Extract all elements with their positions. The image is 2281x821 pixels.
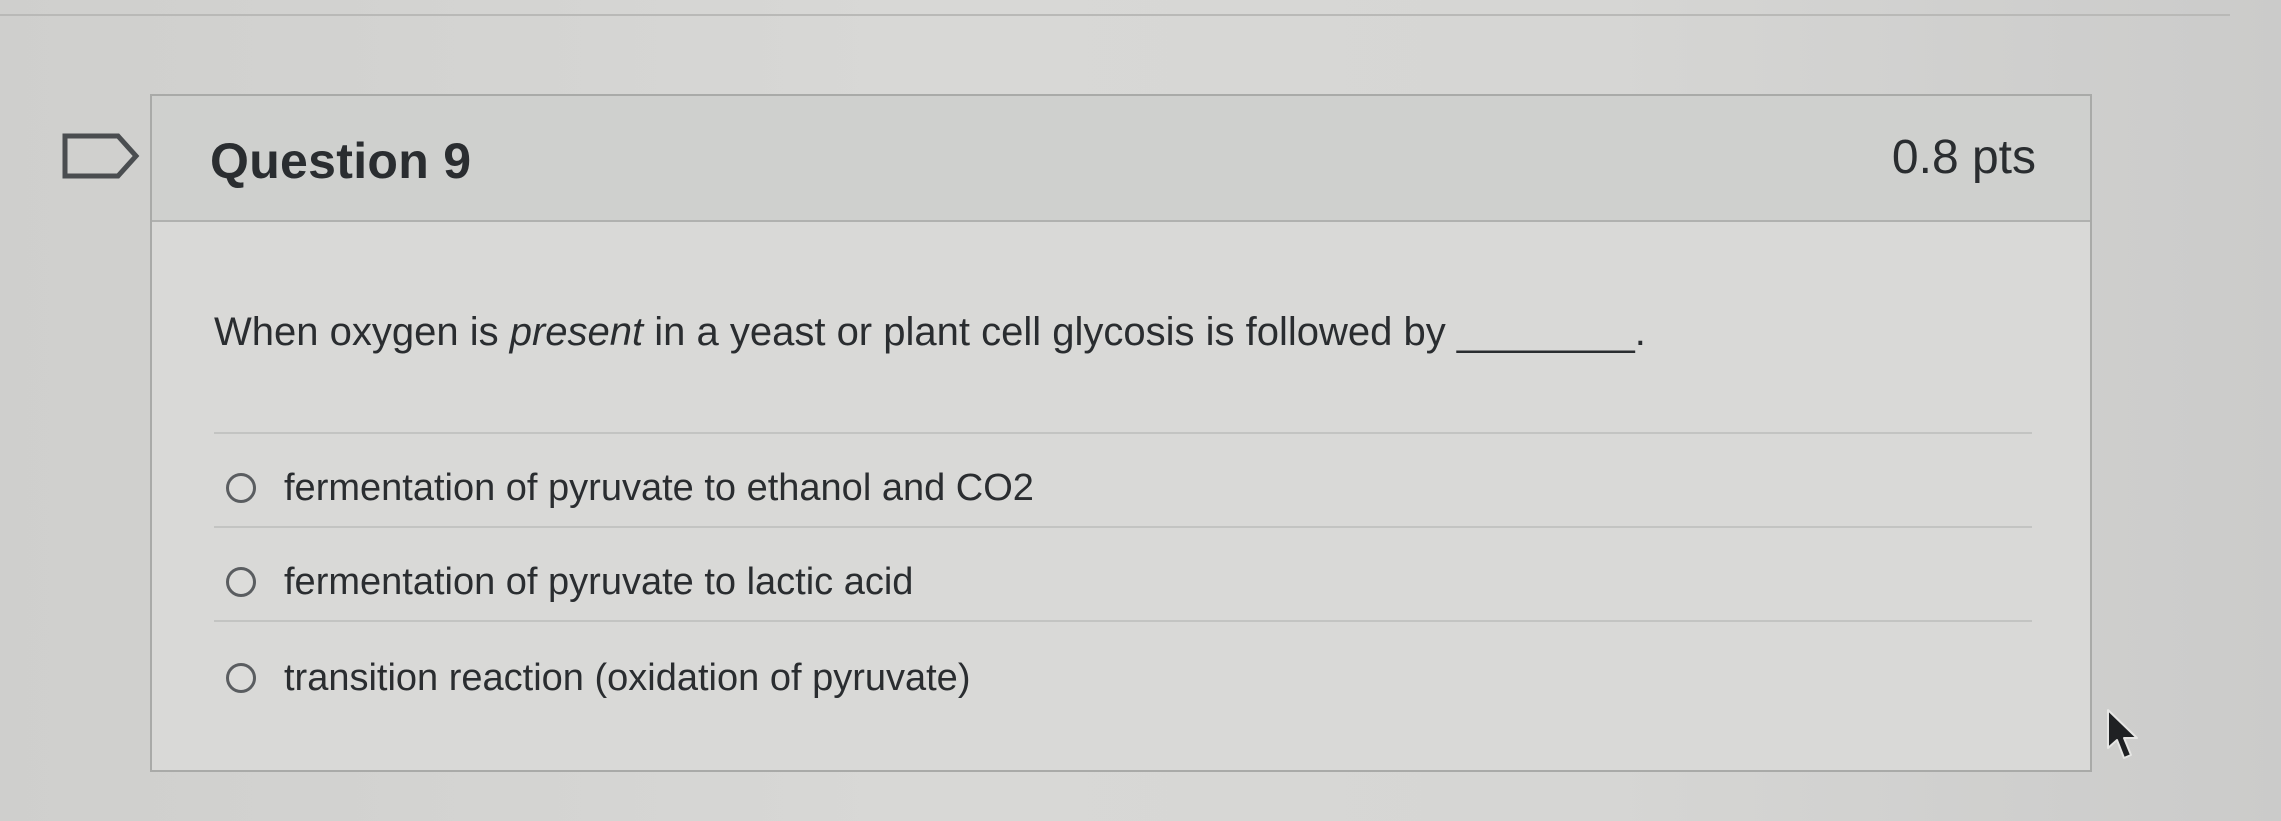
radio-button[interactable] xyxy=(226,567,256,597)
radio-button[interactable] xyxy=(226,473,256,503)
answer-divider xyxy=(214,620,2032,622)
answer-option-3[interactable]: transition reaction (oxidation of pyruva… xyxy=(226,648,970,708)
question-card: Question 9 0.8 pts When oxygen is presen… xyxy=(150,94,2092,772)
answer-label: fermentation of pyruvate to lactic acid xyxy=(284,560,914,603)
question-text-end: in a yeast or plant cell glycosis is fol… xyxy=(643,310,1646,354)
answer-option-2[interactable]: fermentation of pyruvate to lactic acid xyxy=(226,552,913,612)
question-header: Question 9 0.8 pts xyxy=(152,96,2090,222)
answer-divider xyxy=(214,526,2032,528)
question-text-start: When oxygen is xyxy=(214,310,510,354)
answer-label: fermentation of pyruvate to ethanol and … xyxy=(284,466,1034,509)
question-title: Question 9 xyxy=(210,133,472,189)
answer-label: transition reaction (oxidation of pyruva… xyxy=(284,656,971,699)
question-points: 0.8 pts xyxy=(1891,131,2036,184)
question-divider xyxy=(214,432,2032,434)
question-text: When oxygen is present in a yeast or pla… xyxy=(214,310,1646,355)
top-divider xyxy=(0,14,2230,16)
answer-option-1[interactable]: fermentation of pyruvate to ethanol and … xyxy=(226,458,1034,518)
question-text-emphasis: present xyxy=(509,310,644,354)
mouse-pointer-icon xyxy=(2107,709,2138,759)
radio-button[interactable] xyxy=(226,663,256,693)
flag-question-icon[interactable] xyxy=(62,133,140,179)
